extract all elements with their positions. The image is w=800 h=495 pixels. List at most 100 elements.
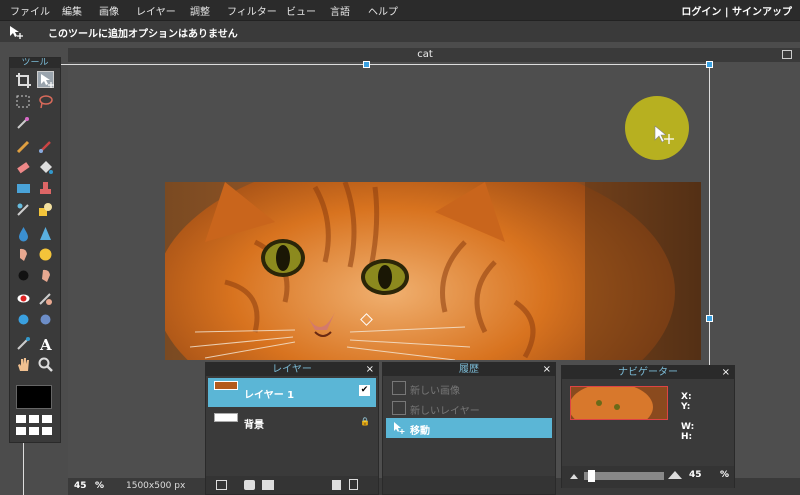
tool-grid-icon[interactable] — [16, 415, 52, 437]
history-item[interactable]: 新しいレイヤー — [386, 398, 552, 418]
layers-panel: レイヤー × レイヤー 1 ✔ 背景 🔒 — [205, 362, 379, 495]
layer-row-background[interactable]: 背景 🔒 — [208, 408, 376, 437]
history-close-icon[interactable]: × — [543, 363, 551, 376]
navigator-panel: ナビゲーター × X: Y: W: H: 45 % — [561, 365, 735, 488]
layer-visibility-checkbox[interactable]: ✔ — [359, 385, 370, 396]
clone-stamp-tool-icon[interactable] — [37, 180, 54, 197]
transform-handle-tr[interactable] — [706, 61, 713, 68]
status-zoom-value[interactable]: 45 — [74, 481, 87, 491]
transform-handle-mr[interactable] — [706, 315, 713, 322]
toolbox-panel: ツール A — [9, 57, 61, 443]
gradient-tool-icon[interactable] — [15, 180, 32, 197]
delete-layer-icon[interactable] — [349, 479, 358, 490]
menu-file[interactable]: ファイル — [10, 3, 50, 18]
new-layer-icon[interactable] — [332, 480, 341, 490]
pinch-tool-icon[interactable] — [37, 311, 54, 328]
history-item-label: 新しい画像 — [410, 386, 460, 397]
menu-adjust[interactable]: 調整 — [190, 3, 210, 18]
text-tool-icon[interactable]: A — [37, 335, 54, 352]
transform-handle-tc[interactable] — [363, 61, 370, 68]
toolbox-title: ツール — [10, 58, 60, 68]
status-zoom-unit: % — [95, 481, 105, 491]
hand-tool-icon[interactable] — [15, 356, 32, 373]
dodge-tool-icon[interactable] — [15, 267, 32, 284]
navigator-zoom-bar: 45 % — [562, 466, 734, 488]
layer-row-1[interactable]: レイヤー 1 ✔ — [208, 378, 376, 407]
document-title-bar[interactable]: cat — [68, 48, 800, 62]
brush-tool-icon[interactable] — [37, 138, 54, 155]
fill-bucket-tool-icon[interactable] — [37, 159, 54, 176]
nav-h-label: H: — [681, 432, 693, 442]
burn-tool-icon[interactable] — [37, 267, 54, 284]
cat-image[interactable] — [165, 182, 701, 360]
crop-tool-icon[interactable] — [15, 72, 32, 89]
magic-wand-tool-icon[interactable] — [15, 114, 32, 131]
navigator-thumbnail[interactable] — [570, 386, 668, 420]
layer-settings-icon[interactable] — [216, 480, 227, 490]
shape-tool-icon[interactable] — [37, 201, 54, 218]
eraser-tool-icon[interactable] — [15, 159, 32, 176]
login-signup-link[interactable]: ログイン | サインアップ — [681, 3, 792, 18]
layer-thumbnail — [214, 381, 238, 390]
smudge-tool-icon[interactable] — [15, 246, 32, 263]
lasso-tool-icon[interactable] — [37, 93, 54, 110]
history-item-selected[interactable]: 移動 — [386, 418, 552, 438]
menu-image[interactable]: 画像 — [99, 3, 119, 18]
menu-filter[interactable]: フィルター — [227, 3, 277, 18]
cursor-highlight — [625, 96, 689, 160]
sponge-tool-icon[interactable] — [37, 246, 54, 263]
sharpen-tool-icon[interactable] — [37, 225, 54, 242]
foreground-color-swatch[interactable] — [16, 385, 52, 409]
history-item-label: 移動 — [410, 426, 430, 437]
document-title: cat — [417, 49, 433, 60]
svg-text:A: A — [39, 336, 52, 352]
red-eye-tool-icon[interactable] — [15, 290, 32, 307]
layers-close-icon[interactable]: × — [366, 363, 374, 376]
zoom-in-icon[interactable] — [668, 471, 682, 479]
history-footer — [383, 476, 555, 494]
layers-footer — [206, 476, 378, 494]
move-tool-icon — [392, 421, 406, 435]
layer-style-icon[interactable] — [262, 480, 274, 490]
history-item-label: 新しいレイヤー — [410, 406, 480, 417]
layers-panel-title: レイヤー — [206, 363, 378, 376]
layer-thumbnail — [214, 413, 238, 422]
move-tool-icon — [8, 24, 24, 40]
zoom-tool-icon[interactable] — [37, 356, 54, 373]
status-dimensions: 1500x500 px — [126, 481, 186, 491]
color-replace-tool-icon[interactable] — [15, 201, 32, 218]
nav-zoom-unit: % — [720, 470, 730, 480]
move-tool-button[interactable] — [37, 71, 54, 88]
options-bar: このツールに追加オプションはありません — [0, 20, 800, 42]
menu-view[interactable]: ビュー — [286, 3, 316, 18]
history-panel: 履歴 × 新しい画像 新しいレイヤー 移動 — [382, 362, 556, 495]
options-message: このツールに追加オプションはありません — [48, 29, 238, 40]
menu-language[interactable]: 言語 — [330, 3, 350, 18]
blur-tool-icon[interactable] — [15, 225, 32, 242]
nav-y-label: Y: — [681, 402, 691, 412]
layer-name: レイヤー 1 — [244, 390, 295, 401]
layer-lock-icon: 🔒 — [360, 417, 370, 426]
navigator-panel-title: ナビゲーター — [562, 366, 734, 379]
color-picker-tool-icon[interactable] — [15, 335, 32, 352]
menu-help[interactable]: ヘルプ — [368, 3, 398, 18]
history-panel-title: 履歴 — [383, 363, 555, 376]
history-item-icon — [392, 381, 406, 395]
pencil-tool-icon[interactable] — [15, 138, 32, 155]
bloat-tool-icon[interactable] — [15, 311, 32, 328]
menu-layer[interactable]: レイヤー — [136, 3, 176, 18]
menu-edit[interactable]: 編集 — [62, 3, 82, 18]
layer-mask-icon[interactable] — [244, 480, 255, 490]
nav-zoom-value[interactable]: 45 — [689, 470, 702, 480]
zoom-slider[interactable] — [584, 472, 664, 480]
zoom-out-icon[interactable] — [570, 474, 578, 479]
navigator-close-icon[interactable]: × — [722, 366, 730, 379]
maximize-icon[interactable] — [782, 50, 792, 59]
menu-bar: ファイル 編集 画像 レイヤー 調整 フィルター ビュー 言語 ヘルプ ログイン… — [0, 0, 800, 20]
nav-x-label: X: — [681, 392, 692, 402]
history-item[interactable]: 新しい画像 — [386, 378, 552, 398]
marquee-tool-icon[interactable] — [15, 93, 32, 110]
zoom-slider-handle[interactable] — [588, 470, 595, 482]
layer-name: 背景 — [244, 420, 264, 431]
spot-heal-tool-icon[interactable] — [37, 290, 54, 307]
